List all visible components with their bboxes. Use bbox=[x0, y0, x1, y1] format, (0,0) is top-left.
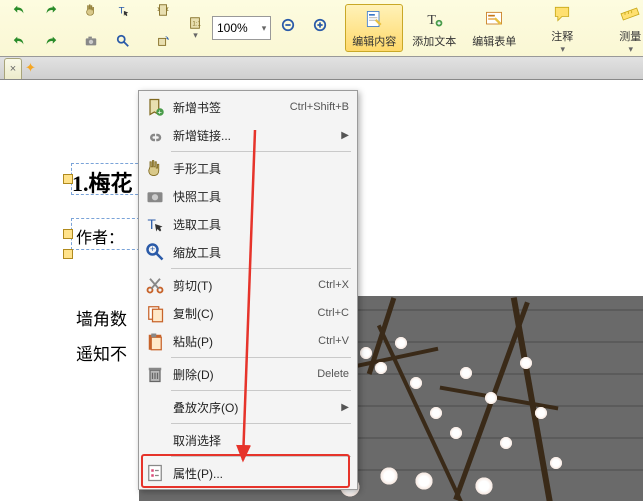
zoom-value: 100% bbox=[217, 21, 248, 35]
tab-strip: × ✦ bbox=[0, 57, 643, 80]
select-icon: T bbox=[114, 1, 132, 19]
zoom-out-button[interactable] bbox=[273, 13, 303, 43]
doc-line1: 墙角数 bbox=[76, 305, 127, 330]
rotate-icon bbox=[154, 32, 172, 50]
fit-page-button[interactable] bbox=[148, 0, 178, 28]
menu-new-link[interactable]: 新增链接...▶ bbox=[141, 121, 355, 149]
hand-icon bbox=[145, 158, 165, 178]
add-text-label: 添加文本 bbox=[412, 33, 456, 49]
svg-text:+: + bbox=[150, 244, 155, 254]
menu-paste[interactable]: 粘贴(P)Ctrl+V bbox=[141, 327, 355, 355]
edit-content-label: 编辑内容 bbox=[352, 33, 396, 49]
actual-size-button[interactable]: 1:1▾ bbox=[180, 13, 210, 43]
paste-icon bbox=[145, 331, 165, 351]
undo-button[interactable] bbox=[4, 0, 34, 28]
snapshot-button[interactable] bbox=[76, 29, 106, 59]
link-icon bbox=[145, 125, 165, 145]
submenu-arrow-icon: ▶ bbox=[341, 402, 349, 413]
menu-cut[interactable]: 剪切(T)Ctrl+X bbox=[141, 271, 355, 299]
camera-icon bbox=[145, 186, 165, 206]
edit-form-label: 编辑表单 bbox=[472, 33, 516, 49]
redo2-icon bbox=[42, 32, 60, 50]
doc-author-label: 作者： bbox=[76, 224, 124, 248]
annotate-button[interactable]: 注释 ▾ bbox=[533, 0, 591, 58]
actual-icon: 1:1 bbox=[186, 16, 204, 30]
undo-icon bbox=[10, 1, 28, 19]
svg-text:+: + bbox=[158, 108, 163, 117]
add-text-button[interactable]: T 添加文本 bbox=[405, 4, 463, 52]
menu-new-bookmark[interactable]: +新增书签Ctrl+Shift+B bbox=[141, 93, 355, 121]
menu-hand-tool[interactable]: 手形工具 bbox=[141, 154, 355, 182]
edit-form-button[interactable]: 编辑表单 bbox=[465, 4, 523, 52]
context-menu: +新增书签Ctrl+Shift+B 新增链接...▶ 手形工具 快照工具 T选取… bbox=[138, 90, 358, 490]
doc-heading: 1.梅花 bbox=[72, 166, 133, 198]
annotation-highlight bbox=[141, 454, 350, 488]
hand-button[interactable] bbox=[76, 0, 106, 28]
delete-icon bbox=[145, 364, 165, 384]
edit-form-icon bbox=[482, 7, 506, 31]
magnifier-icon bbox=[114, 32, 132, 50]
selection-handle[interactable] bbox=[63, 229, 73, 239]
svg-text:T: T bbox=[119, 5, 125, 16]
undo-more-button[interactable] bbox=[4, 29, 34, 59]
magnifier-icon: + bbox=[145, 242, 165, 262]
menu-zoom-tool[interactable]: +缩放工具 bbox=[141, 238, 355, 266]
measure-label: 测量 bbox=[619, 28, 641, 44]
zoom-combo[interactable]: 100%▾ bbox=[212, 16, 271, 40]
copy-icon bbox=[145, 303, 165, 323]
menu-deselect[interactable]: 取消选择 bbox=[141, 426, 355, 454]
fit-page-icon bbox=[154, 1, 172, 19]
tab-close[interactable]: × bbox=[4, 58, 22, 79]
zoom-in-icon bbox=[311, 16, 329, 34]
add-text-icon: T bbox=[422, 7, 446, 31]
submenu-arrow-icon: ▶ bbox=[341, 130, 349, 141]
cut-icon bbox=[145, 275, 165, 295]
bookmark-icon: + bbox=[145, 97, 165, 117]
redo-more-button[interactable] bbox=[36, 29, 66, 59]
annotate-icon bbox=[550, 2, 574, 26]
measure-button[interactable]: 测量 ▾ bbox=[601, 0, 643, 58]
select-button[interactable]: T bbox=[108, 0, 138, 28]
redo-icon bbox=[42, 1, 60, 19]
zoom-in-button[interactable] bbox=[305, 13, 335, 43]
undo2-icon bbox=[10, 32, 28, 50]
edit-content-icon bbox=[362, 7, 386, 31]
select-icon: T bbox=[145, 214, 165, 234]
camera-icon bbox=[82, 32, 100, 50]
hand-icon bbox=[82, 1, 100, 19]
doc-line2: 遥知不 bbox=[76, 340, 127, 365]
edit-content-button[interactable]: 编辑内容 bbox=[345, 4, 403, 52]
zoom-out-icon bbox=[279, 16, 297, 34]
menu-arrange[interactable]: 叠放次序(O)▶ bbox=[141, 393, 355, 421]
redo-button[interactable] bbox=[36, 0, 66, 28]
main-toolbar: T 1:1▾ 100%▾ 编辑内容 T 添加文本 编辑表单 注释 ▾ 测量 ▾ bbox=[0, 0, 643, 57]
selection-handle[interactable] bbox=[63, 249, 73, 259]
measure-icon bbox=[618, 2, 642, 26]
svg-text:T: T bbox=[428, 12, 437, 28]
document-area: 1.梅花 作者： 墙角数 遥知不 bbox=[0, 80, 643, 88]
rotate-button[interactable] bbox=[148, 29, 178, 59]
annotate-label: 注释 bbox=[551, 28, 573, 44]
menu-select-tool[interactable]: T选取工具 bbox=[141, 210, 355, 238]
menu-snapshot-tool[interactable]: 快照工具 bbox=[141, 182, 355, 210]
menu-copy[interactable]: 复制(C)Ctrl+C bbox=[141, 299, 355, 327]
svg-text:1:1: 1:1 bbox=[192, 21, 201, 28]
add-tab-button[interactable]: ✦ bbox=[25, 60, 36, 76]
zoom-button[interactable] bbox=[108, 29, 138, 59]
menu-delete[interactable]: 删除(D)Delete bbox=[141, 360, 355, 388]
